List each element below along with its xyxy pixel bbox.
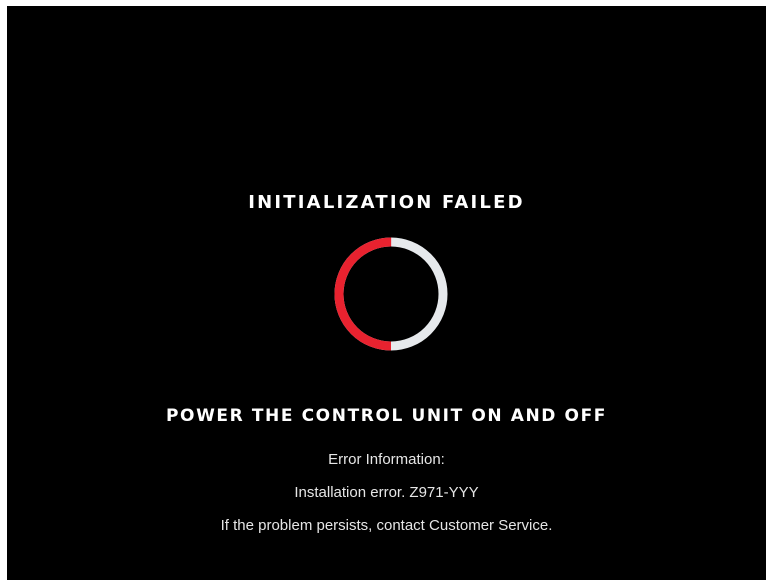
instruction-heading: POWER THE CONTROL UNIT ON AND OFF	[165, 406, 608, 426]
page-title: INITIALIZATION FAILED	[248, 192, 525, 213]
failure-progress-ring-icon	[334, 237, 448, 351]
error-detail: Installation error. Z971-YYY	[294, 484, 479, 501]
support-note: If the problem persists, contact Custome…	[220, 517, 553, 534]
error-screen: INITIALIZATION FAILED POWER THE CONTROL …	[7, 6, 766, 580]
error-info-label: Error Information:	[328, 451, 445, 468]
